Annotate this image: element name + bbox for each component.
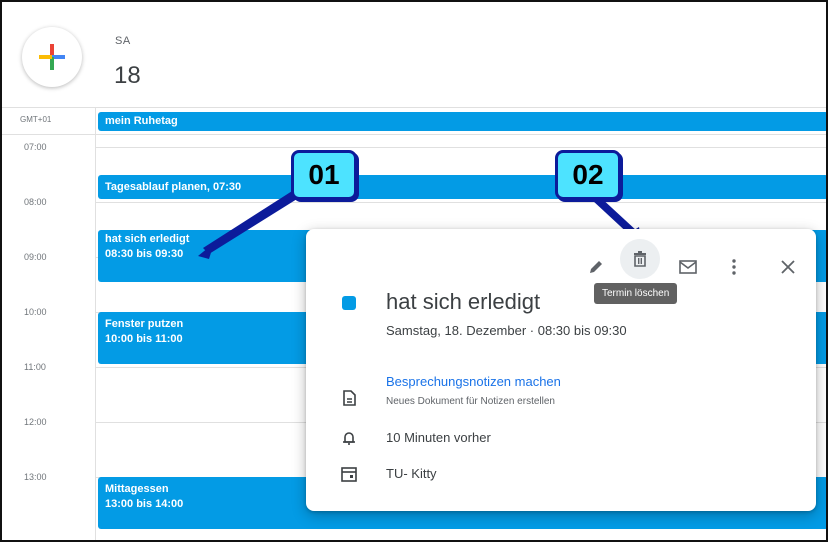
delete-button[interactable] [620, 239, 660, 279]
close-icon [781, 260, 795, 274]
screenshot-frame: SA 18 GMT+01 07:00 08:00 09:00 10:00 11:… [0, 0, 828, 542]
event-color-chip [342, 296, 356, 310]
more-vert-icon [732, 259, 736, 275]
delete-tooltip: Termin löschen [594, 283, 678, 304]
popup-event-title: hat sich erledigt [386, 289, 541, 314]
email-guests-button[interactable] [674, 253, 702, 281]
more-options-button[interactable] [720, 253, 748, 281]
reminder-text: 10 Minuten vorher [386, 430, 491, 445]
callout-01: 01 [291, 150, 357, 200]
meeting-notes-subtext: Neues Dokument für Notizen erstellen [386, 396, 555, 407]
pencil-icon [590, 261, 602, 273]
event-details-popup: Termin löschen hat sich erledigt Samstag… [306, 229, 816, 511]
document-icon [343, 390, 356, 406]
mail-icon [679, 260, 697, 274]
calendar-name: TU- Kitty [386, 466, 437, 481]
popup-event-date: Samstag, 18. Dezember · 08:30 bis 09:30 [386, 323, 627, 338]
meeting-notes-link[interactable]: Besprechungsnotizen machen [386, 374, 561, 389]
bell-icon [343, 432, 355, 445]
trash-icon [634, 251, 646, 267]
calendar-icon [341, 467, 357, 482]
edit-button[interactable] [582, 253, 610, 281]
arrow-01-shaft [203, 186, 305, 254]
close-button[interactable] [774, 253, 802, 281]
callout-02: 02 [555, 150, 621, 200]
